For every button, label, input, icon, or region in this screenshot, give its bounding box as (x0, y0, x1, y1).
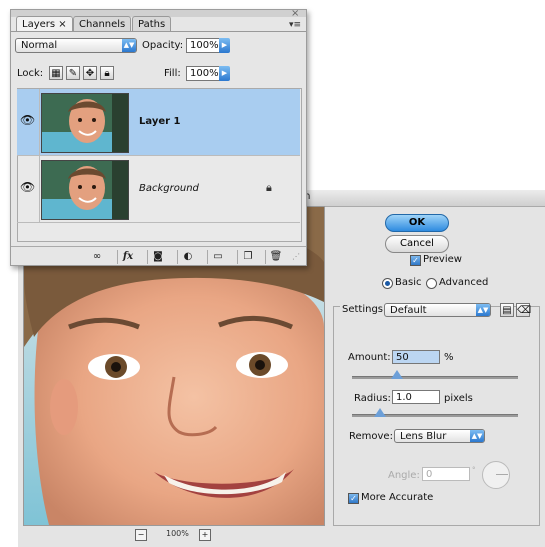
layers-panel: × ▾≡ Layers × Channels Paths Normal ▲▼ O… (10, 8, 307, 266)
preview-checkbox[interactable]: ✓ (410, 255, 421, 266)
chevron-updown-icon: ▲▼ (470, 430, 484, 442)
advanced-label: Advanced (439, 277, 489, 288)
angle-dial[interactable] (482, 461, 510, 489)
angle-input[interactable]: 0 (422, 467, 470, 481)
advanced-radio[interactable] (426, 278, 437, 289)
remove-value: Lens Blur (400, 431, 447, 442)
panel-menu-icon[interactable]: ▾≡ (289, 20, 301, 30)
ok-button[interactable]: OK (385, 214, 449, 232)
panel-close-icon[interactable]: × (291, 8, 299, 19)
preview-label: Preview (423, 254, 462, 265)
new-layer-icon[interactable]: ❐ (237, 250, 258, 264)
opacity-label: Opacity: (142, 40, 184, 51)
angle-label: Angle: (388, 470, 420, 481)
visibility-cell[interactable]: 👁︎ (17, 89, 40, 155)
eye-icon[interactable]: 👁︎ (20, 114, 35, 126)
amount-label: Amount: (348, 352, 391, 363)
tab-channels-label: Channels (79, 19, 126, 30)
layer-thumbnail (41, 93, 129, 153)
tab-paths-label: Paths (138, 19, 166, 30)
fill-input[interactable]: 100% (186, 66, 220, 81)
layer-row-background[interactable]: 👁︎ Background 🔒︎ (17, 156, 300, 223)
layer-thumbnail (41, 160, 129, 220)
tab-divider (11, 31, 306, 32)
settings-label: Settings: (340, 304, 389, 315)
layer-row-layer1[interactable]: 👁︎ Layer 1 (17, 89, 300, 156)
basic-label: Basic (395, 277, 422, 288)
remove-label: Remove: (349, 431, 393, 442)
basic-radio[interactable] (382, 278, 393, 289)
opacity-arrow-icon[interactable]: ▶ (219, 38, 230, 53)
lock-icon: 🔒︎ (266, 181, 272, 194)
zoom-level: 100% (166, 529, 189, 538)
radius-label: Radius: (354, 393, 391, 404)
eye-icon[interactable]: 👁︎ (20, 181, 35, 193)
zoom-in-button[interactable]: + (199, 529, 211, 541)
tab-layers[interactable]: Layers × (16, 16, 73, 31)
lock-move-icon[interactable]: ✥ (83, 66, 97, 80)
degree-symbol-icon: ° (472, 466, 476, 474)
radius-input[interactable]: 1.0 (392, 390, 440, 404)
remove-dropdown[interactable]: Lens Blur ▲▼ (394, 429, 485, 443)
amount-slider-thumb[interactable] (391, 370, 403, 379)
cancel-button[interactable]: Cancel (385, 235, 449, 253)
zoom-bar: − 100% + (18, 525, 328, 547)
resize-grip-icon[interactable]: ⋰ (292, 252, 300, 261)
chevron-updown-icon: ▲▼ (122, 39, 136, 52)
delete-settings-icon[interactable]: ⌫ (516, 303, 531, 317)
tab-layers-label: Layers (22, 19, 56, 30)
lock-transparency-icon[interactable]: ▦ (49, 66, 63, 80)
tab-channels[interactable]: Channels (73, 16, 132, 31)
radius-unit: pixels (444, 393, 473, 404)
layer-name[interactable]: Layer 1 (139, 116, 180, 127)
radius-slider-thumb[interactable] (374, 408, 386, 417)
angle-dial-needle (496, 474, 508, 475)
settings-dropdown[interactable]: Default ▲▼ (384, 303, 491, 317)
boy-photo-thumbnail (42, 161, 128, 219)
adjustment-icon[interactable]: ◐ (177, 250, 198, 264)
blend-mode-value: Normal (21, 40, 58, 51)
visibility-cell[interactable]: 👁︎ (17, 156, 40, 222)
lock-all-icon[interactable]: 🔒︎ (100, 66, 114, 80)
mask-icon[interactable]: ◙ (147, 250, 168, 264)
trash-icon[interactable]: 🗑︎ (265, 250, 286, 264)
toolbar-divider (11, 246, 306, 247)
tab-close-icon[interactable]: × (58, 19, 66, 30)
amount-unit: % (444, 352, 454, 363)
folder-icon[interactable]: ▭ (207, 250, 228, 264)
link-icon[interactable]: ∞ (87, 250, 107, 264)
chevron-updown-icon: ▲▼ (476, 304, 490, 316)
tab-paths[interactable]: Paths (132, 16, 172, 31)
more-accurate-label: More Accurate (361, 492, 434, 503)
blend-mode-dropdown[interactable]: Normal ▲▼ (15, 38, 137, 53)
settings-value: Default (390, 305, 427, 316)
more-accurate-checkbox[interactable]: ✓ (348, 493, 359, 504)
lock-label: Lock: (17, 68, 44, 79)
fill-label: Fill: (164, 68, 181, 79)
amount-slider-track[interactable] (352, 376, 518, 379)
layer-name[interactable]: Background (139, 183, 199, 194)
amount-input[interactable]: 50 (392, 350, 440, 364)
opacity-input[interactable]: 100% (186, 38, 220, 53)
boy-photo-thumbnail (42, 94, 128, 152)
zoom-out-button[interactable]: − (135, 529, 147, 541)
save-settings-icon[interactable]: ▤ (500, 303, 514, 317)
fill-arrow-icon[interactable]: ▶ (219, 66, 230, 81)
lock-brush-icon[interactable]: ✎ (66, 66, 80, 80)
fx-icon[interactable]: fx (117, 250, 138, 264)
